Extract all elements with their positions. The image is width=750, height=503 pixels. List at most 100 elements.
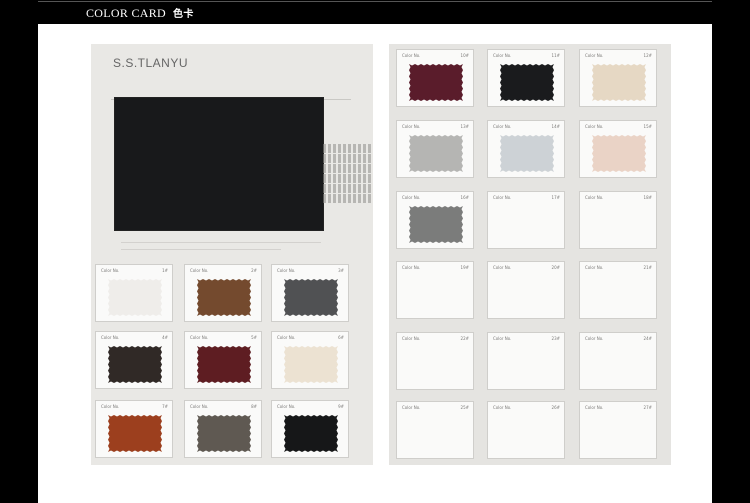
color-card-number: 7# (162, 404, 168, 409)
color-card-5: Color No. 5# (184, 331, 262, 389)
color-card-label: Color No. (585, 53, 604, 58)
color-card-label: Color No. (493, 336, 512, 341)
color-card-2: Color No. 2# (184, 264, 262, 322)
color-card-16: Color No. 16# (396, 191, 474, 249)
color-card-27: Color No. 27# (579, 401, 657, 459)
color-card-number: 27# (643, 405, 652, 410)
color-card-number: 22# (460, 336, 469, 341)
color-card-label: Color No. (402, 124, 421, 129)
color-card-number: 2# (251, 268, 257, 273)
color-card-number: 1# (162, 268, 168, 273)
color-card-number: 3# (338, 268, 344, 273)
color-card-20: Color No. 20# (487, 261, 565, 319)
fabric-swatch (197, 415, 251, 452)
color-card-6: Color No. 6# (271, 331, 349, 389)
color-card-number: 6# (338, 335, 344, 340)
color-card-number: 25# (460, 405, 469, 410)
color-card-label: Color No. (402, 53, 421, 58)
fabric-swatch (500, 135, 554, 172)
color-card-number: 17# (551, 195, 560, 200)
color-card-number: 26# (551, 405, 560, 410)
color-card-12: Color No. 12# (579, 49, 657, 107)
fabric-swatch (592, 135, 646, 172)
color-card-number: 24# (643, 336, 652, 341)
color-card-label: Color No. (493, 405, 512, 410)
page-title: COLOR CARD 色卡 (86, 5, 194, 21)
color-card-number: 14# (551, 124, 560, 129)
color-card-7: Color No. 7# (95, 400, 173, 458)
description-text-block (323, 144, 373, 204)
color-card-label: Color No. (277, 268, 296, 273)
color-card-19: Color No. 19# (396, 261, 474, 319)
color-card-number: 13# (460, 124, 469, 129)
color-card-label: Color No. (101, 335, 120, 340)
color-card-25: Color No. 25# (396, 401, 474, 459)
page-title-cn: 色卡 (173, 9, 194, 20)
doc-rule-note (121, 242, 321, 243)
color-card-number: 10# (460, 53, 469, 58)
fabric-swatch (409, 135, 463, 172)
fabric-swatch (108, 279, 162, 316)
fabric-swatch (284, 279, 338, 316)
color-card-14: Color No. 14# (487, 120, 565, 178)
color-card-22: Color No. 22# (396, 332, 474, 390)
color-card-number: 11# (551, 53, 560, 58)
color-card-label: Color No. (493, 53, 512, 58)
fabric-swatch (592, 64, 646, 101)
fabric-swatch (409, 206, 463, 243)
color-card-label: Color No. (101, 268, 120, 273)
color-card-17: Color No. 17# (487, 191, 565, 249)
color-card-label: Color No. (190, 335, 209, 340)
color-card-label: Color No. (585, 124, 604, 129)
color-card-number: 4# (162, 335, 168, 340)
color-card-number: 5# (251, 335, 257, 340)
color-card-8: Color No. 8# (184, 400, 262, 458)
color-card-label: Color No. (493, 195, 512, 200)
color-card-label: Color No. (585, 195, 604, 200)
color-card-label: Color No. (585, 265, 604, 270)
color-card-label: Color No. (402, 265, 421, 270)
color-card-label: Color No. (277, 404, 296, 409)
fabric-swatch (108, 346, 162, 383)
color-card-number: 19# (460, 265, 469, 270)
left-page: S.S.TLANYU Color No. 1# Color No. 2# Color N… (91, 44, 373, 465)
color-card-24: Color No. 24# (579, 332, 657, 390)
color-card-label: Color No. (190, 404, 209, 409)
color-card-26: Color No. 26# (487, 401, 565, 459)
color-card-label: Color No. (585, 405, 604, 410)
fabric-swatch (500, 64, 554, 101)
color-card-number: 9# (338, 404, 344, 409)
color-card-23: Color No. 23# (487, 332, 565, 390)
right-page: Color No. 10# Color No. 11# Color No. 12# Colo… (389, 44, 671, 465)
fabric-swatch (108, 415, 162, 452)
color-card-label: Color No. (277, 335, 296, 340)
color-card-3: Color No. 3# (271, 264, 349, 322)
page-title-en: COLOR CARD (86, 6, 167, 20)
header-rule (38, 1, 712, 2)
color-card-number: 8# (251, 404, 257, 409)
color-card-label: Color No. (585, 336, 604, 341)
color-card-9: Color No. 9# (271, 400, 349, 458)
color-card-4: Color No. 4# (95, 331, 173, 389)
fabric-swatch (409, 64, 463, 101)
color-card-11: Color No. 11# (487, 49, 565, 107)
color-card-number: 23# (551, 336, 560, 341)
fabric-swatch (197, 346, 251, 383)
color-card-13: Color No. 13# (396, 120, 474, 178)
color-card-number: 20# (551, 265, 560, 270)
color-card-number: 18# (643, 195, 652, 200)
color-card-10: Color No. 10# (396, 49, 474, 107)
color-card-number: 21# (643, 265, 652, 270)
color-card-number: 16# (460, 195, 469, 200)
fabric-swatch (284, 346, 338, 383)
fabric-swatch (284, 415, 338, 452)
color-card-label: Color No. (402, 195, 421, 200)
main-fabric-swatch (115, 98, 323, 230)
fabric-swatch (197, 279, 251, 316)
color-card-number: 12# (643, 53, 652, 58)
color-card-number: 15# (643, 124, 652, 129)
color-card-label: Color No. (101, 404, 120, 409)
brand-logo: S.S.TLANYU (113, 56, 189, 70)
color-card-label: Color No. (402, 336, 421, 341)
color-card-label: Color No. (493, 124, 512, 129)
